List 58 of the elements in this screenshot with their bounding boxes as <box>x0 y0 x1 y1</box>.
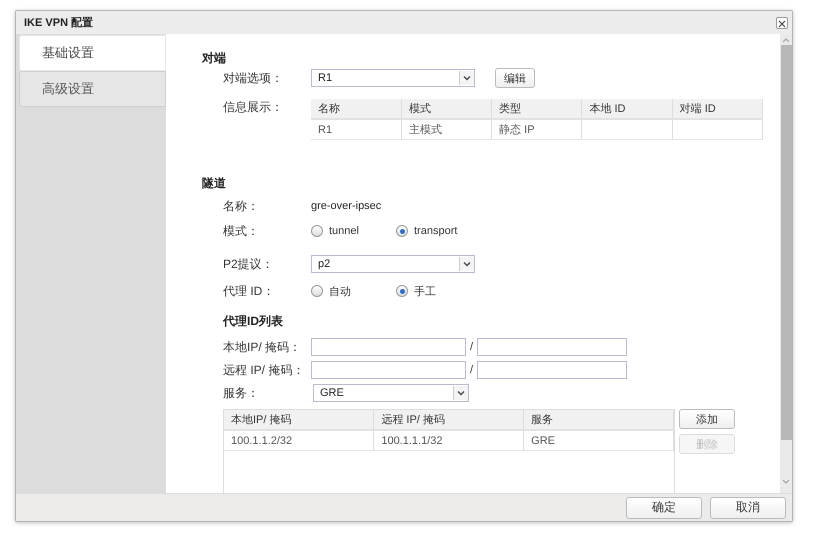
radio-label: tunnel <box>329 225 359 237</box>
field-label: 远程 IP/ 掩码： <box>223 362 306 378</box>
sidebar-tab[interactable]: 高级设置 <box>19 71 166 107</box>
column-header: 类型 <box>492 99 582 119</box>
field-label: 信息展示： <box>223 99 284 115</box>
window-title: IKE VPN 配置 <box>24 16 94 30</box>
table-cell: 100.1.1.1/32 <box>374 430 524 450</box>
proposal-select[interactable]: p2 <box>311 255 475 273</box>
table-cell: 静态 IP <box>492 119 582 140</box>
section-heading: 对端 <box>202 50 227 66</box>
field-label: 本地IP/ 掩码： <box>223 338 302 356</box>
column-header: 服务 <box>524 410 674 430</box>
field-label: 名称： <box>223 198 260 214</box>
add-button[interactable]: 添加 <box>679 409 735 429</box>
input-field[interactable] <box>311 361 466 379</box>
table-cell: R1 <box>311 119 402 140</box>
radio-label: 手工 <box>414 284 436 298</box>
radio-label: 自动 <box>329 284 351 298</box>
column-header: 本地 ID <box>582 99 672 119</box>
table-cell: 100.1.1.2/32 <box>224 430 374 450</box>
edit-button[interactable]: 编辑 <box>495 68 535 88</box>
radio-label: transport <box>414 225 458 237</box>
input-field[interactable] <box>477 361 627 379</box>
field-label: 服务： <box>223 384 260 402</box>
column-header: 对端 ID <box>672 99 762 119</box>
ok-button[interactable]: 确定 <box>626 496 702 518</box>
cancel-button[interactable]: 取消 <box>710 496 786 518</box>
service-select[interactable]: GRE <box>313 384 469 402</box>
close-icon[interactable] <box>776 16 788 28</box>
radio-button[interactable] <box>396 225 408 237</box>
field-label: 模式： <box>223 222 260 240</box>
table-cell: GRE <box>524 430 674 450</box>
section-heading: 代理ID列表 <box>223 313 284 329</box>
scroll-down-icon[interactable] <box>782 479 790 485</box>
column-header: 本地IP/ 掩码 <box>224 410 374 430</box>
caret-icon <box>463 75 471 81</box>
separator: / <box>468 364 474 376</box>
column-header: 名称 <box>311 99 402 119</box>
column-header: 远程 IP/ 掩码 <box>374 410 524 430</box>
separator: / <box>468 341 474 353</box>
sidebar-tab[interactable]: 基础设置 <box>19 35 166 71</box>
field-label: P2提议： <box>223 256 275 272</box>
peer-select[interactable]: R1 <box>311 69 475 87</box>
scrollbar[interactable] <box>780 34 792 493</box>
caret-icon <box>463 261 471 267</box>
radio-button[interactable] <box>311 285 323 297</box>
radio-button[interactable] <box>311 225 323 237</box>
input-field[interactable] <box>477 338 627 356</box>
field-label: 对端选项： <box>223 70 284 86</box>
field-label: 代理 ID： <box>223 282 276 300</box>
column-header: 模式 <box>401 99 492 119</box>
table-cell: 主模式 <box>401 119 492 140</box>
input-field[interactable] <box>311 338 466 356</box>
radio-button[interactable] <box>396 285 408 297</box>
tunnel-name: gre-over-ipsec <box>311 200 382 212</box>
section-heading: 隧道 <box>202 175 227 191</box>
caret-icon <box>457 390 465 396</box>
scroll-up-icon[interactable] <box>782 37 790 43</box>
